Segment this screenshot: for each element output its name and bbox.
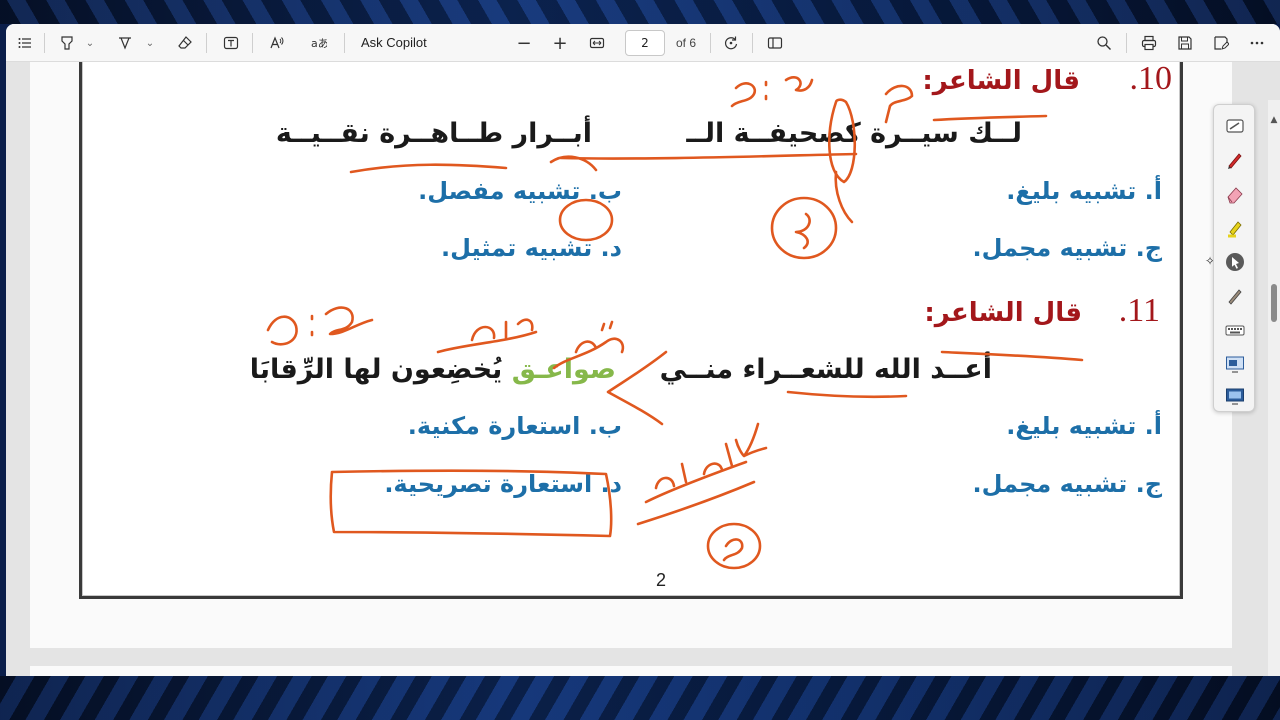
q11-highlighted-word: صواعـق [511, 354, 616, 385]
rotate-icon[interactable] [718, 30, 744, 56]
read-aloud-icon[interactable] [264, 30, 290, 56]
red-pen-icon[interactable] [1222, 147, 1248, 173]
svg-text:aあ: aあ [311, 37, 327, 50]
q10-verse-second-hemistich: أبــرار طــاهــرة نقــيــة [275, 118, 592, 149]
ask-copilot-button[interactable]: Ask Copilot [361, 30, 427, 56]
contents-menu-icon[interactable] [12, 30, 38, 56]
draw-icon[interactable] [112, 30, 138, 56]
scrollbar-thumb[interactable] [1271, 284, 1277, 322]
save-as-icon[interactable] [1208, 30, 1234, 56]
zoom-in-button[interactable]: + [547, 30, 573, 56]
print-icon[interactable] [1136, 30, 1162, 56]
q10-option-d[interactable]: د. تشبيه تمثيل. [441, 234, 622, 262]
page-number-footer: 2 [656, 570, 667, 590]
toolbar-divider [752, 33, 753, 53]
settings-more-icon[interactable] [1244, 30, 1270, 56]
toolbar-divider [344, 33, 345, 53]
q10-option-a[interactable]: أ. تشبيه بليغ. [1006, 177, 1162, 205]
page-view-icon[interactable] [762, 30, 788, 56]
q11-option-d[interactable]: د. استعارة تصريحية. [384, 470, 622, 498]
q11-verse-rest: يُخضِعون لها الرِّقابَا [249, 354, 503, 385]
q11-verse-second-hemistich: صواعـق يُخضِعون لها الرِّقابَا [250, 354, 616, 385]
draw-dropdown-chevron-icon[interactable]: ⌄ [144, 30, 156, 56]
zoom-out-button[interactable]: − [511, 30, 537, 56]
fit-to-width-icon[interactable] [584, 30, 610, 56]
eraser-icon[interactable] [172, 30, 198, 56]
screen-capture-icon[interactable] [1222, 383, 1248, 409]
highlight-dropdown-chevron-icon[interactable]: ⌄ [84, 30, 96, 56]
toolbar-divider [44, 33, 45, 53]
q10-verse-first-hemistich: لــك سيــرة كصحيفــة الــ [686, 118, 1022, 149]
search-icon[interactable] [1091, 30, 1117, 56]
document-viewport[interactable]: قال الشاعر: 10. لــك سيــرة كصحيفــة الـ… [6, 62, 1280, 676]
q11-verse-first-hemistich: أعــد الله للشعــراء منــي [659, 354, 992, 385]
translate-icon[interactable]: aあ [306, 30, 332, 56]
toolbar-divider [1126, 33, 1127, 53]
calligraphy-pen-icon[interactable] [1222, 283, 1248, 309]
q11-number: 11. [1118, 292, 1160, 329]
q10-option-c[interactable]: ج. تشبيه مجمل. [973, 234, 1163, 262]
next-pdf-page [30, 666, 1232, 676]
scroll-up-arrow-icon[interactable]: ▲ [1268, 114, 1280, 126]
q11-label: قال الشاعر: [924, 298, 1082, 328]
text-box-icon[interactable] [218, 30, 244, 56]
ink-tools-palette [1213, 104, 1255, 412]
highlighter-pen-icon[interactable] [1222, 215, 1248, 241]
q11-option-c[interactable]: ج. تشبيه مجمل. [973, 470, 1163, 498]
q11-option-b[interactable]: ب. استعارة مكنية. [408, 412, 622, 440]
q10-number: 10. [1129, 62, 1173, 97]
q11-option-a[interactable]: أ. تشبيه بليغ. [1006, 412, 1162, 440]
ruler-pen-icon[interactable] [1222, 113, 1248, 139]
desktop-background-top [0, 0, 1280, 24]
toolbar-divider [206, 33, 207, 53]
toolbar-divider [710, 33, 711, 53]
pdf-toolbar: ⌄ ⌄ aあ Ask Copilot − + 2 of 6 [6, 24, 1280, 62]
keyboard-icon[interactable] [1222, 317, 1248, 343]
screen-snip-icon[interactable] [1222, 351, 1248, 377]
pdf-page: قال الشاعر: 10. لــك سيــرة كصحيفــة الـ… [30, 62, 1232, 648]
eraser-pen-icon[interactable] [1222, 181, 1248, 207]
q10-label: قال الشاعر: [922, 66, 1080, 96]
highlight-icon[interactable] [54, 30, 80, 56]
save-icon[interactable] [1172, 30, 1198, 56]
page-number-input[interactable]: 2 [625, 30, 665, 56]
q10-option-b[interactable]: ب. تشبيه مفصل. [418, 177, 622, 205]
vertical-scrollbar[interactable] [1268, 100, 1280, 676]
desktop-background-bottom [0, 676, 1280, 720]
toolbar-divider [252, 33, 253, 53]
pdf-viewer-window: ⌄ ⌄ aあ Ask Copilot − + 2 of 6 قال الشاعر… [6, 24, 1280, 676]
select-pointer-icon[interactable] [1222, 249, 1248, 275]
page-total-label: of 6 [676, 36, 697, 50]
